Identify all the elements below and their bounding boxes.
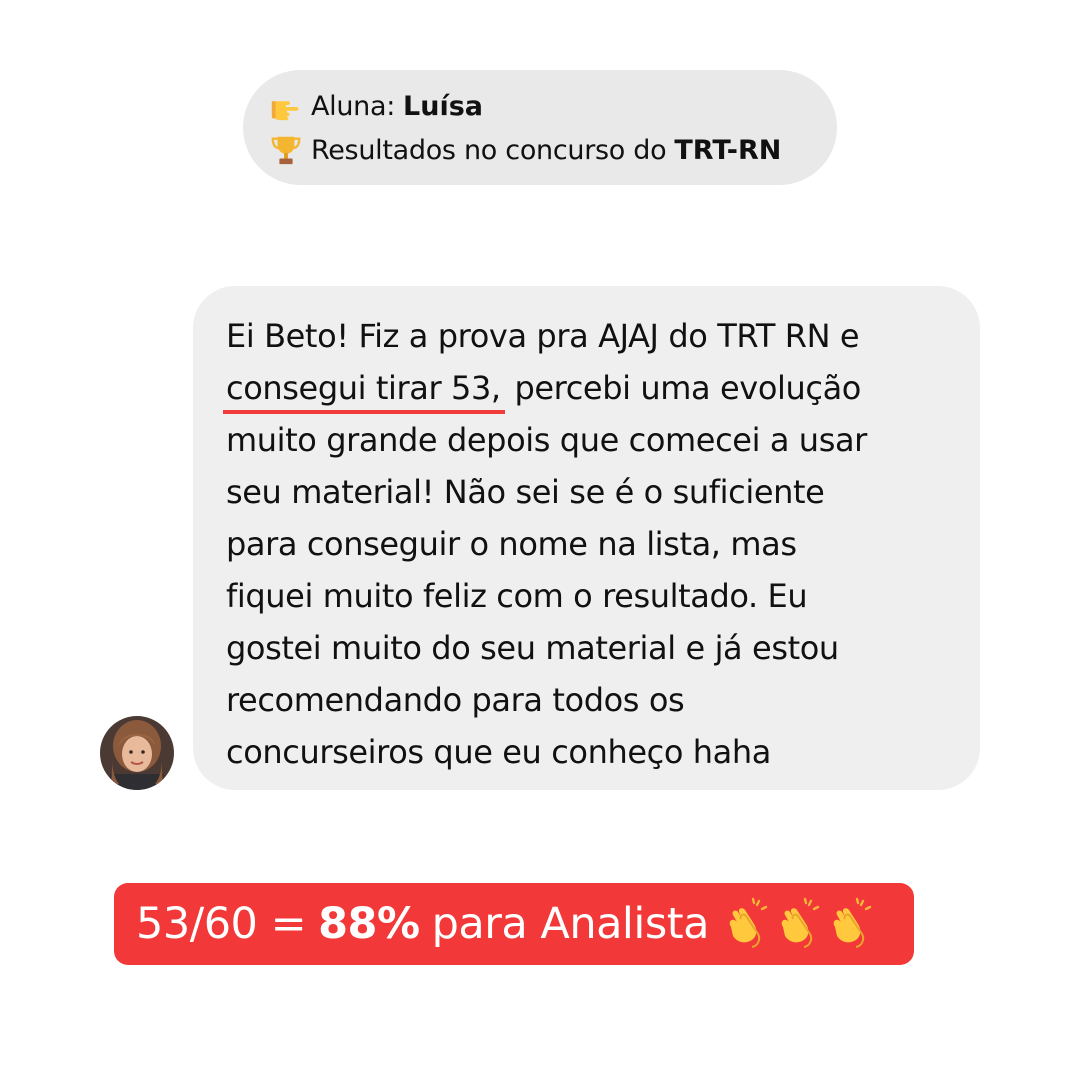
clapping-hands-icon	[781, 897, 820, 948]
avatar-photo	[100, 716, 174, 790]
pointing-right-hand-icon	[271, 101, 299, 121]
student-info-pill: Aluna: Luísa Resultados no concurso do T…	[243, 70, 837, 185]
message-line: recomendando para todos os	[226, 681, 685, 719]
message-line: concurseiros que eu conheço haha	[226, 733, 771, 771]
message-text: Ei Beto! Fiz a prova pra AJAJ do TRT RN …	[223, 310, 950, 778]
student-label: Aluna:	[311, 90, 396, 122]
avatar	[100, 716, 174, 790]
testimonial-card: Aluna: Luísa Resultados no concurso do T…	[0, 0, 1080, 1080]
message-line: muito grande depois que comecei a usar	[226, 421, 867, 459]
clapping-hands-icon	[729, 897, 768, 948]
message-line: seu material! Não sei se é o suficiente	[226, 473, 825, 511]
contest-line: Resultados no concurso do TRT-RN	[269, 128, 837, 172]
score-percent: 88%	[318, 899, 420, 949]
student-name: Luísa	[403, 90, 484, 122]
trophy-icon	[271, 136, 301, 165]
highlighted-score-text: consegui tirar 53,	[223, 368, 505, 414]
message-line: consegui tirar 53, percebi uma evolução	[223, 362, 950, 414]
student-name-line: Aluna: Luísa	[269, 84, 837, 128]
result-banner: 53/60 = 88% para Analista	[114, 883, 914, 965]
score-fraction: 53/60 =	[136, 899, 307, 949]
message-line: para conseguir o nome na lista, mas	[226, 525, 797, 563]
clapping-hands-icon	[833, 897, 872, 948]
score-role: para Analista	[431, 899, 710, 949]
claps-group	[721, 897, 877, 951]
message-line: fiquei muito feliz com o resultado. Eu	[226, 577, 808, 615]
message-line: gostei muito do seu material e já estou	[226, 629, 839, 667]
contest-label: Resultados no concurso do	[311, 134, 667, 166]
message-line: Ei Beto! Fiz a prova pra AJAJ do TRT RN …	[226, 317, 860, 355]
contest-name: TRT-RN	[674, 134, 782, 166]
message-line-rest: percebi uma evolução	[504, 369, 861, 407]
message-bubble: Ei Beto! Fiz a prova pra AJAJ do TRT RN …	[193, 286, 980, 790]
